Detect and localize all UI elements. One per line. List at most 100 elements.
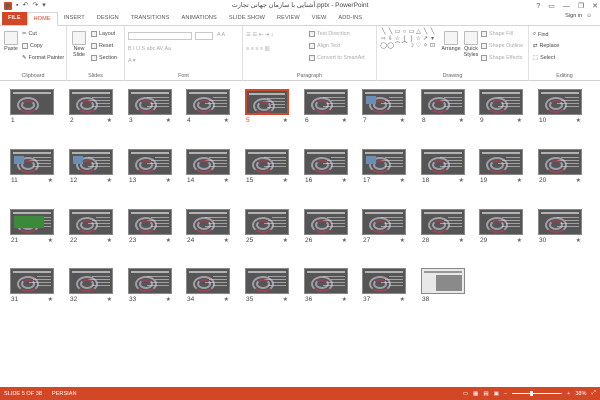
transition-star-icon[interactable]: ★ bbox=[517, 237, 522, 244]
slide-preview[interactable] bbox=[186, 209, 230, 235]
text-direction-button[interactable]: Text Direction bbox=[309, 31, 350, 37]
triangle-shape-icon[interactable]: △ bbox=[415, 29, 422, 36]
shape-icon[interactable]: ⊡ bbox=[429, 43, 436, 50]
line-shape-icon[interactable]: ╲ bbox=[422, 29, 429, 36]
shape-outline-button[interactable]: Shape Outline bbox=[481, 43, 523, 49]
transition-star-icon[interactable]: ★ bbox=[283, 177, 288, 184]
align-buttons[interactable]: ≡ ≡ ≡ ≡ ▥ bbox=[246, 46, 270, 52]
redo-icon[interactable]: ↷ bbox=[32, 0, 38, 12]
slide-preview[interactable] bbox=[479, 149, 523, 175]
transition-star-icon[interactable]: ★ bbox=[459, 177, 464, 184]
slide-thumbnail[interactable]: 5 ★ bbox=[245, 89, 289, 126]
smiley-icon[interactable]: ☺ bbox=[586, 13, 592, 19]
language-indicator[interactable]: PERSIAN bbox=[52, 391, 77, 397]
tab-slide-show[interactable]: SLIDE SHOW bbox=[223, 12, 271, 25]
shape-fill-button[interactable]: Shape Fill bbox=[481, 31, 513, 37]
slide-thumbnail[interactable]: 8 ★ bbox=[421, 89, 465, 126]
transition-star-icon[interactable]: ★ bbox=[517, 117, 522, 124]
slide-preview[interactable] bbox=[304, 149, 348, 175]
arrow-shape-icon[interactable]: ⇩ bbox=[387, 36, 394, 43]
line-shape-icon[interactable]: ╲ bbox=[429, 29, 436, 36]
tab-file[interactable]: FILE bbox=[2, 12, 27, 25]
convert-smartart-button[interactable]: Convert to SmartArt bbox=[309, 55, 365, 61]
transition-star-icon[interactable]: ★ bbox=[166, 296, 171, 303]
slide-preview[interactable] bbox=[10, 149, 54, 175]
paste-button[interactable]: Paste bbox=[3, 31, 19, 52]
slide-preview[interactable] bbox=[421, 209, 465, 235]
slide-thumbnail[interactable]: 23 ★ bbox=[128, 209, 172, 246]
slide-preview[interactable] bbox=[421, 89, 465, 115]
slide-thumbnail[interactable]: 24 ★ bbox=[186, 209, 230, 246]
slide-preview[interactable] bbox=[69, 149, 113, 175]
slideshow-view-icon[interactable]: ▣ bbox=[494, 391, 499, 397]
fit-to-window-icon[interactable]: ⤢ bbox=[592, 390, 596, 397]
section-button[interactable]: Section bbox=[91, 55, 117, 61]
rect-shape-icon[interactable]: ▭ bbox=[408, 29, 415, 36]
slide-thumbnail[interactable]: 26 ★ bbox=[304, 209, 348, 246]
slide-preview[interactable] bbox=[186, 89, 230, 115]
transition-star-icon[interactable]: ★ bbox=[459, 117, 464, 124]
slide-preview[interactable] bbox=[128, 268, 172, 294]
more-shapes-icon[interactable]: ▾ bbox=[429, 36, 436, 43]
undo-icon[interactable]: ↶ bbox=[22, 0, 28, 12]
cut-button[interactable]: ✂ Cut bbox=[22, 31, 37, 37]
slide-thumbnail[interactable]: 18 ★ bbox=[421, 149, 465, 186]
line-shape-icon[interactable]: ╲ bbox=[380, 29, 387, 36]
reset-button[interactable]: Reset bbox=[91, 43, 113, 49]
shape-effects-button[interactable]: Shape Effects bbox=[481, 55, 522, 61]
transition-star-icon[interactable]: ★ bbox=[166, 117, 171, 124]
quick-styles-button[interactable]: Quick Styles bbox=[463, 31, 479, 58]
slide-thumbnail[interactable]: 37 ★ bbox=[362, 268, 406, 305]
line-shape-icon[interactable]: ╲ bbox=[387, 29, 394, 36]
zoom-out-icon[interactable]: – bbox=[504, 391, 507, 397]
transition-star-icon[interactable]: ★ bbox=[459, 237, 464, 244]
slide-preview[interactable] bbox=[421, 149, 465, 175]
transition-star-icon[interactable]: ★ bbox=[576, 177, 581, 184]
transition-star-icon[interactable]: ★ bbox=[224, 117, 229, 124]
replace-button[interactable]: ⇄ Replace bbox=[533, 43, 559, 49]
slide-thumbnail[interactable]: 35 ★ bbox=[245, 268, 289, 305]
slide-thumbnail[interactable]: 28 ★ bbox=[421, 209, 465, 246]
transition-star-icon[interactable]: ★ bbox=[48, 177, 53, 184]
slide-preview[interactable] bbox=[304, 89, 348, 115]
layout-button[interactable]: Layout bbox=[91, 31, 115, 37]
transition-star-icon[interactable]: ★ bbox=[107, 296, 112, 303]
slide-thumbnail[interactable]: 14 ★ bbox=[186, 149, 230, 186]
transition-star-icon[interactable]: ★ bbox=[107, 177, 112, 184]
slide-thumbnail[interactable]: 25 ★ bbox=[245, 209, 289, 246]
slide-preview[interactable] bbox=[128, 149, 172, 175]
transition-star-icon[interactable]: ★ bbox=[166, 177, 171, 184]
tab-view[interactable]: VIEW bbox=[306, 12, 333, 25]
slide-thumbnail[interactable]: 20 ★ bbox=[538, 149, 582, 186]
shape-icon[interactable]: ☽ bbox=[408, 43, 415, 50]
zoom-in-icon[interactable]: + bbox=[567, 391, 570, 397]
font-size-controls[interactable]: A A bbox=[217, 32, 225, 38]
oval-shape-icon[interactable]: ○ bbox=[401, 29, 408, 36]
rect-shape-icon[interactable]: ▭ bbox=[394, 29, 401, 36]
slide-thumbnail[interactable]: 3 ★ bbox=[128, 89, 172, 126]
font-color-row[interactable]: A ▾ bbox=[128, 58, 136, 64]
slide-sorter-view-icon[interactable]: ▦ bbox=[473, 391, 478, 397]
shape-icon[interactable]: ✧ bbox=[422, 43, 429, 50]
slide-preview[interactable] bbox=[421, 268, 465, 294]
slide-preview[interactable] bbox=[479, 89, 523, 115]
slide-thumbnail[interactable]: 31 ★ bbox=[10, 268, 54, 305]
slide-preview[interactable] bbox=[245, 209, 289, 235]
transition-star-icon[interactable]: ★ bbox=[48, 237, 53, 244]
slide-preview[interactable] bbox=[128, 89, 172, 115]
shape-icon[interactable]: ⌒ bbox=[401, 43, 408, 50]
font-name-input[interactable] bbox=[128, 32, 192, 40]
slide-thumbnail[interactable]: 16 ★ bbox=[304, 149, 348, 186]
font-style-row[interactable]: B I U S abc AV Aa bbox=[128, 46, 171, 52]
tab-review[interactable]: REVIEW bbox=[271, 12, 306, 25]
zoom-level[interactable]: 38% bbox=[575, 391, 586, 397]
format-painter-button[interactable]: ✎ Format Painter bbox=[22, 55, 64, 61]
slide-thumbnail[interactable]: 4 ★ bbox=[186, 89, 230, 126]
transition-star-icon[interactable]: ★ bbox=[224, 237, 229, 244]
slide-thumbnail[interactable]: 33 ★ bbox=[128, 268, 172, 305]
slide-preview[interactable] bbox=[245, 89, 289, 115]
restore-icon[interactable]: ❐ bbox=[578, 2, 584, 10]
slide-preview[interactable] bbox=[304, 268, 348, 294]
slide-preview[interactable] bbox=[362, 268, 406, 294]
slide-thumbnail[interactable]: 10 ★ bbox=[538, 89, 582, 126]
